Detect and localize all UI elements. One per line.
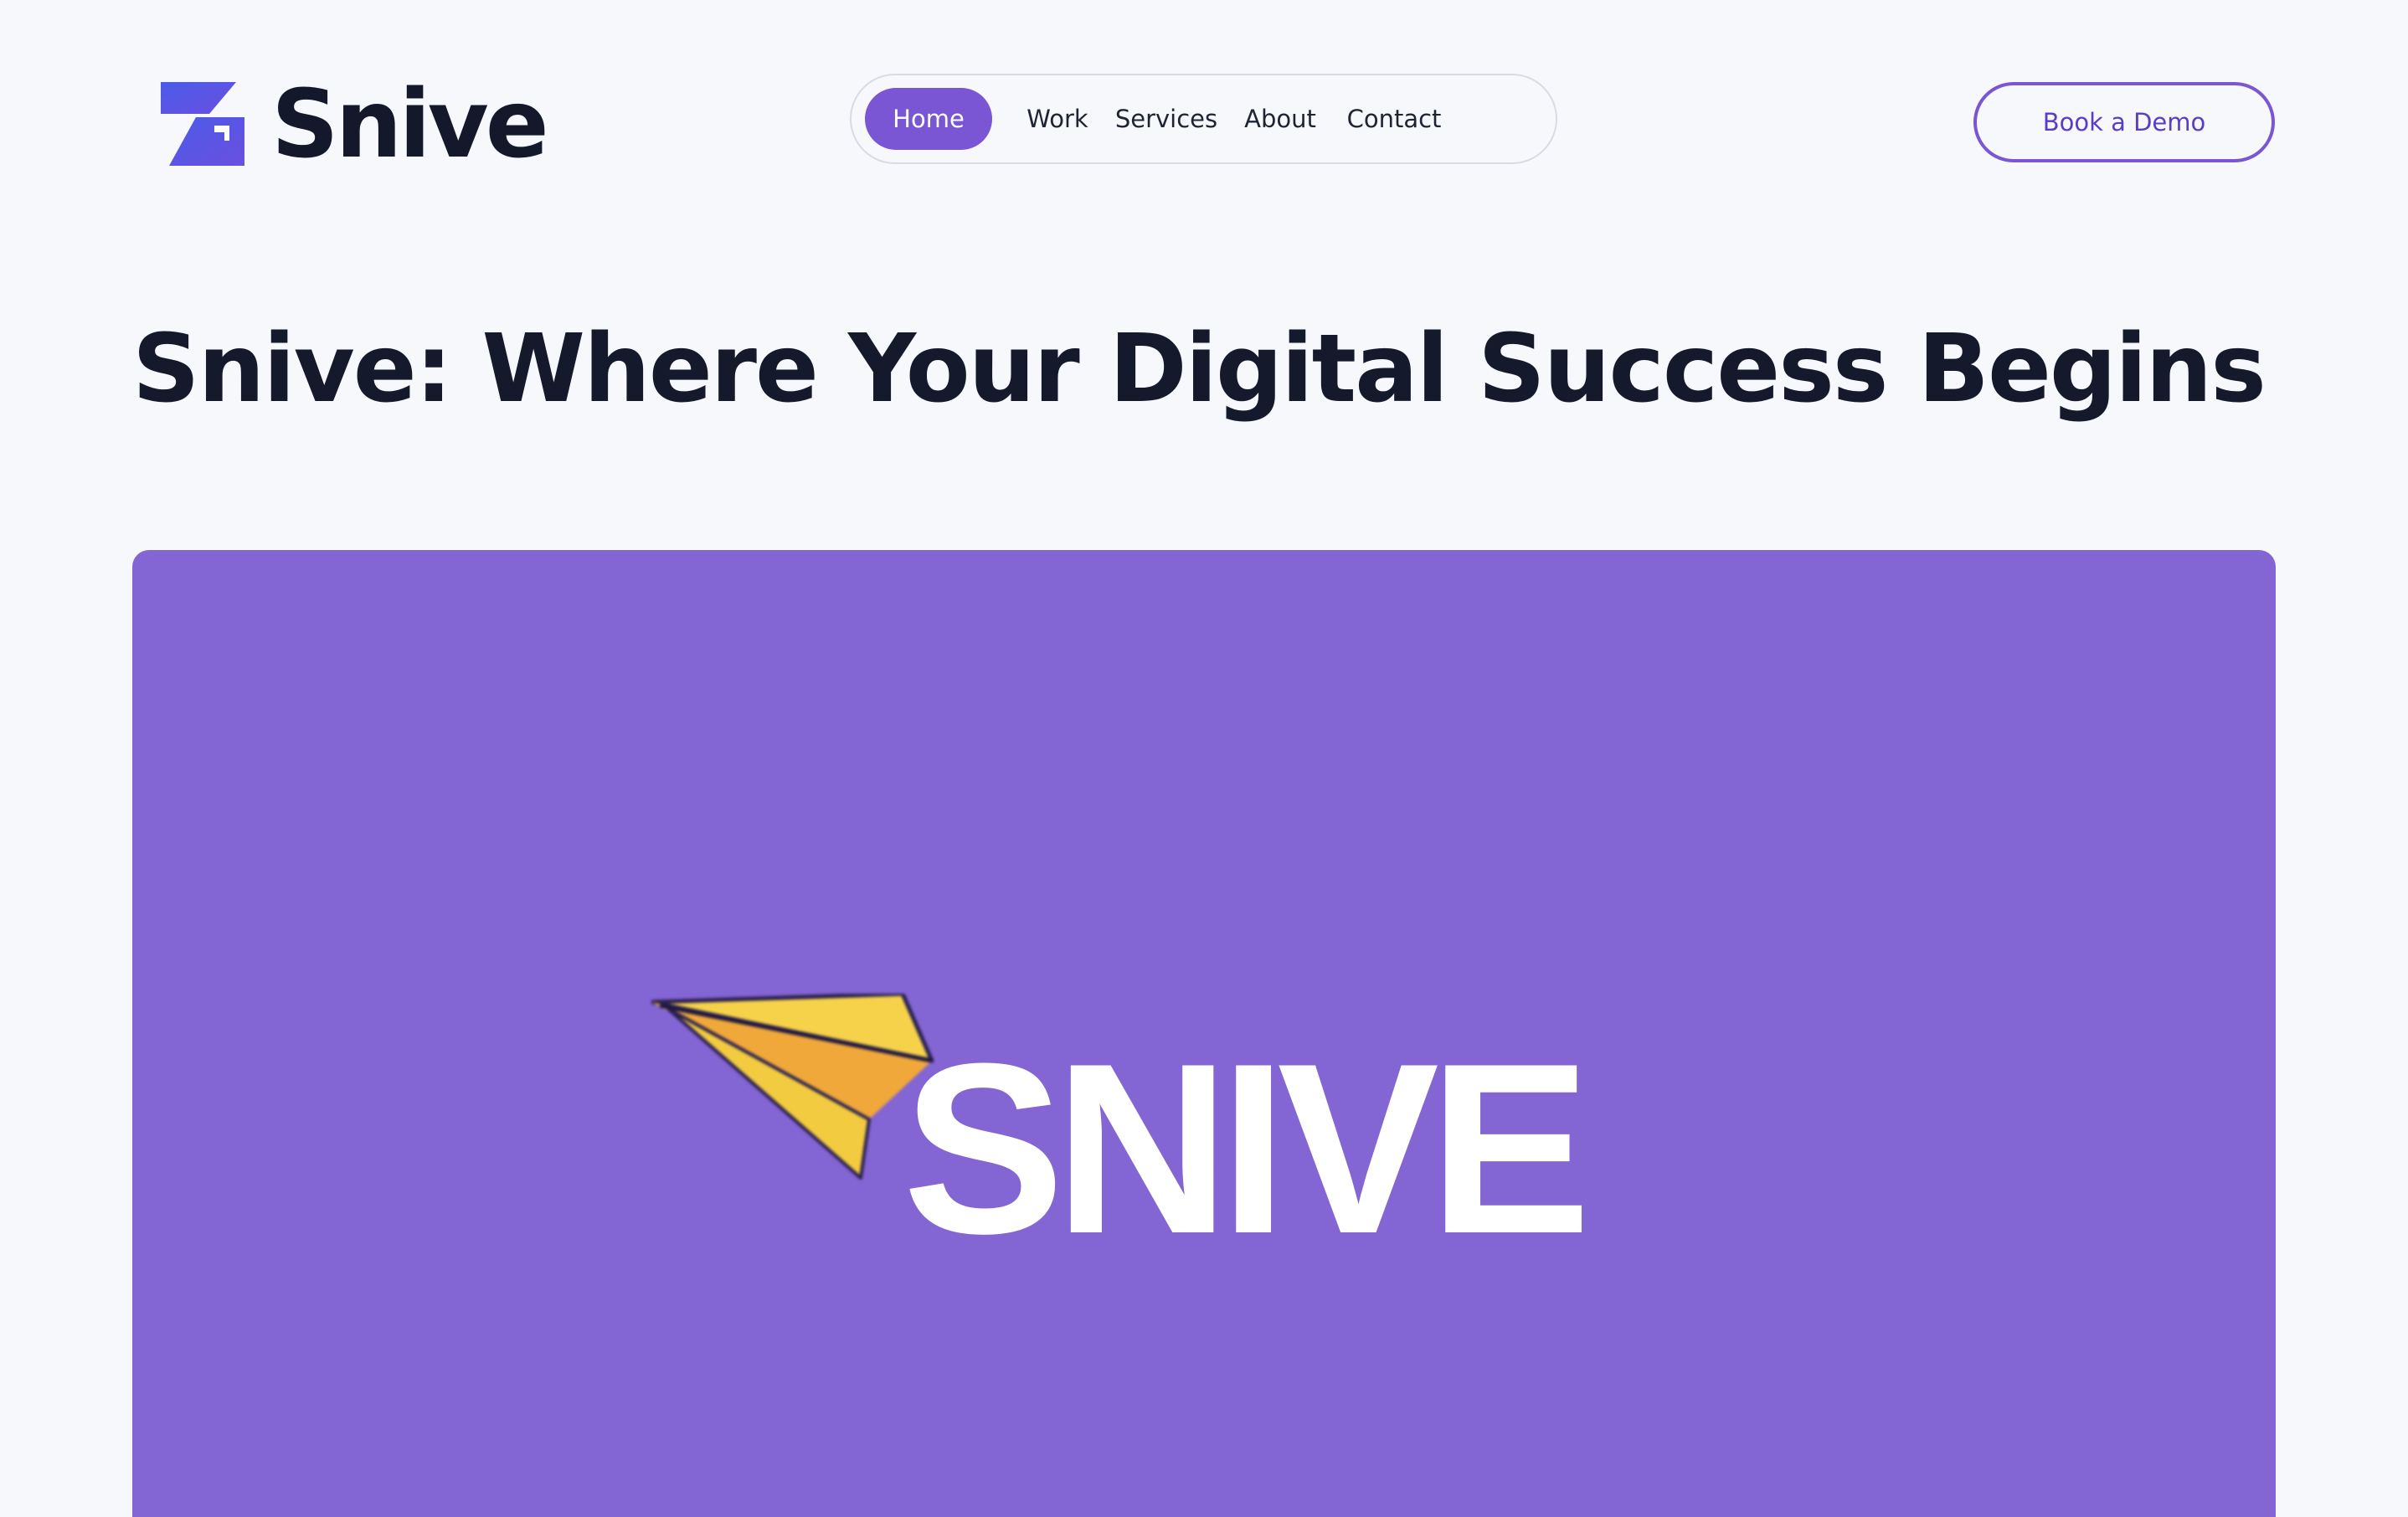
main-navigation: Home Work Services About Contact (850, 74, 1557, 164)
banner-wordmark: SNIVE (903, 1013, 1591, 1284)
hero-banner-image: SNIVE (132, 550, 2276, 1517)
page-title: Snive: Where Your Digital Success Begins (132, 315, 2267, 424)
nav-item-home[interactable]: Home (865, 88, 992, 150)
nav-item-work[interactable]: Work (1007, 88, 1108, 150)
brand-logo-link[interactable]: Snive (159, 70, 549, 179)
nav-item-about[interactable]: About (1233, 88, 1327, 150)
nav-item-contact[interactable]: Contact (1335, 88, 1453, 150)
banner-logo: SNIVE (651, 994, 1740, 1270)
book-demo-button[interactable]: Book a Demo (1973, 82, 2275, 162)
snive-logo-icon (161, 82, 244, 166)
site-header: Snive Home Work Services About Contact B… (0, 0, 2408, 218)
brand-name: Snive (271, 70, 549, 179)
nav-item-services[interactable]: Services (1108, 88, 1225, 150)
